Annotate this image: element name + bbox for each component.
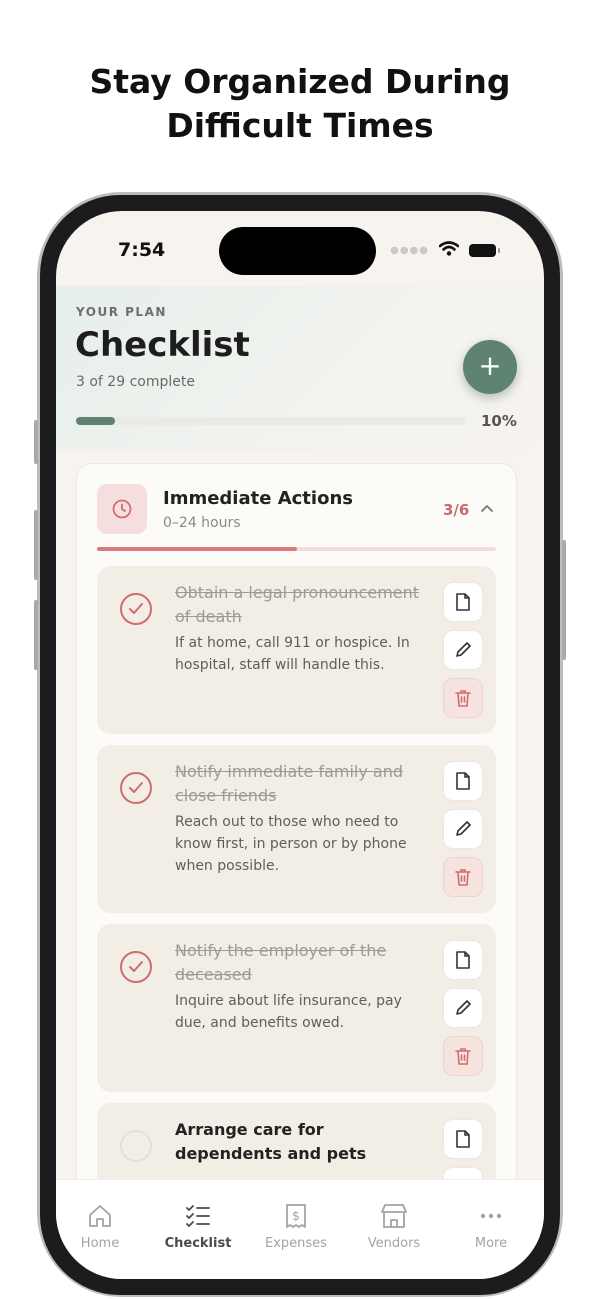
tab-label: More <box>474 1236 508 1251</box>
delete-button[interactable] <box>443 857 483 897</box>
task-description: If at home, call 911 or hospice. In hosp… <box>175 635 410 673</box>
svg-text:$: $ <box>292 1209 300 1223</box>
tab-vendors[interactable]: Vendors <box>349 1200 439 1251</box>
delete-button[interactable] <box>443 678 483 718</box>
task-item: Obtain a legal pronouncement of death If… <box>97 566 496 734</box>
checklist-icon <box>186 1205 210 1227</box>
task-checkbox[interactable] <box>120 951 152 983</box>
task-checkbox[interactable] <box>120 1130 152 1162</box>
header-eyebrow: YOUR PLAN <box>76 305 167 319</box>
more-dots-icon <box>480 1213 502 1219</box>
task-description: Reach out to those who need to know firs… <box>175 814 407 874</box>
plus-icon: + <box>478 349 502 382</box>
home-icon <box>89 1205 111 1227</box>
edit-button[interactable] <box>443 809 483 849</box>
promo-headline-line1: Stay Organized During <box>89 62 511 101</box>
page-title: Checklist <box>75 325 250 365</box>
tab-more[interactable]: More <box>446 1200 536 1251</box>
status-time: 7:54 <box>118 239 166 261</box>
phone-screen: 7:54 ●●●● YOUR PLAN Checklist 3 of 29 co… <box>56 211 544 1279</box>
section-progress-fill <box>97 547 297 551</box>
trash-icon <box>455 690 471 707</box>
pencil-icon <box>456 1000 471 1015</box>
signal-dots-icon: ●●●● <box>390 245 429 256</box>
overall-progress-fill <box>76 417 115 425</box>
tab-home[interactable]: Home <box>56 1200 145 1251</box>
checkmark-icon <box>129 961 143 972</box>
trash-icon <box>455 869 471 886</box>
side-button-volume-down <box>34 600 38 670</box>
receipt-icon: $ <box>286 1204 306 1228</box>
checkmark-icon <box>129 603 143 614</box>
tab-label: Expenses <box>265 1236 327 1251</box>
side-button-power <box>562 540 566 660</box>
delete-button[interactable] <box>443 1036 483 1076</box>
trash-icon <box>455 1048 471 1065</box>
dynamic-island <box>219 227 376 275</box>
section-subtitle: 0–24 hours <box>163 515 241 531</box>
add-item-button[interactable]: + <box>463 340 517 394</box>
document-icon <box>456 593 470 611</box>
section-card-immediate-actions: Immediate Actions 0–24 hours 3/6 Obtain … <box>76 463 517 1271</box>
task-item: Notify the employer of the deceased Inqu… <box>97 924 496 1092</box>
edit-button[interactable] <box>443 630 483 670</box>
wifi-icon <box>438 241 460 260</box>
chevron-up-icon[interactable] <box>479 501 495 517</box>
document-icon <box>456 951 470 969</box>
task-checkbox[interactable] <box>120 593 152 625</box>
task-checkbox[interactable] <box>120 772 152 804</box>
checkmark-icon <box>129 782 143 793</box>
notes-button[interactable] <box>443 1119 483 1159</box>
status-icons: ●●●● <box>390 241 500 260</box>
completion-summary: 3 of 29 complete <box>76 374 195 390</box>
overall-progress-bar <box>76 417 466 425</box>
task-title: Notify the employer of the deceased <box>175 941 387 984</box>
tab-expenses[interactable]: $ Expenses <box>251 1200 341 1251</box>
tab-label: Checklist <box>164 1236 232 1251</box>
section-title: Immediate Actions <box>163 488 353 509</box>
pencil-icon <box>456 642 471 657</box>
document-icon <box>456 1130 470 1148</box>
tab-bar: Home Checklist $ Expenses Vendors More <box>56 1179 544 1279</box>
notes-button[interactable] <box>443 761 483 801</box>
section-progress-bar <box>97 547 496 551</box>
tab-label: Home <box>80 1236 120 1251</box>
side-button-volume-up <box>34 510 38 580</box>
task-title: Arrange care for dependents and pets <box>175 1120 367 1163</box>
promo-headline-line2: Difficult Times <box>166 106 434 145</box>
edit-button[interactable] <box>443 988 483 1028</box>
notes-button[interactable] <box>443 582 483 622</box>
battery-icon <box>469 244 500 257</box>
side-button-mute <box>34 420 38 464</box>
section-count: 3/6 <box>443 501 470 519</box>
task-title: Notify immediate family and close friend… <box>175 762 404 805</box>
clock-icon <box>97 484 147 534</box>
pencil-icon <box>456 821 471 836</box>
task-title: Obtain a legal pronouncement of death <box>175 583 420 626</box>
document-icon <box>456 772 470 790</box>
task-item: Notify immediate family and close friend… <box>97 745 496 913</box>
tab-checklist[interactable]: Checklist <box>153 1200 243 1251</box>
tab-label: Vendors <box>367 1236 421 1251</box>
overall-progress-percent: 10% <box>481 412 517 430</box>
store-icon <box>381 1204 407 1228</box>
promo-headline: Stay Organized During Difficult Times <box>0 60 600 148</box>
notes-button[interactable] <box>443 940 483 980</box>
task-description: Inquire about life insurance, pay due, a… <box>175 993 402 1031</box>
